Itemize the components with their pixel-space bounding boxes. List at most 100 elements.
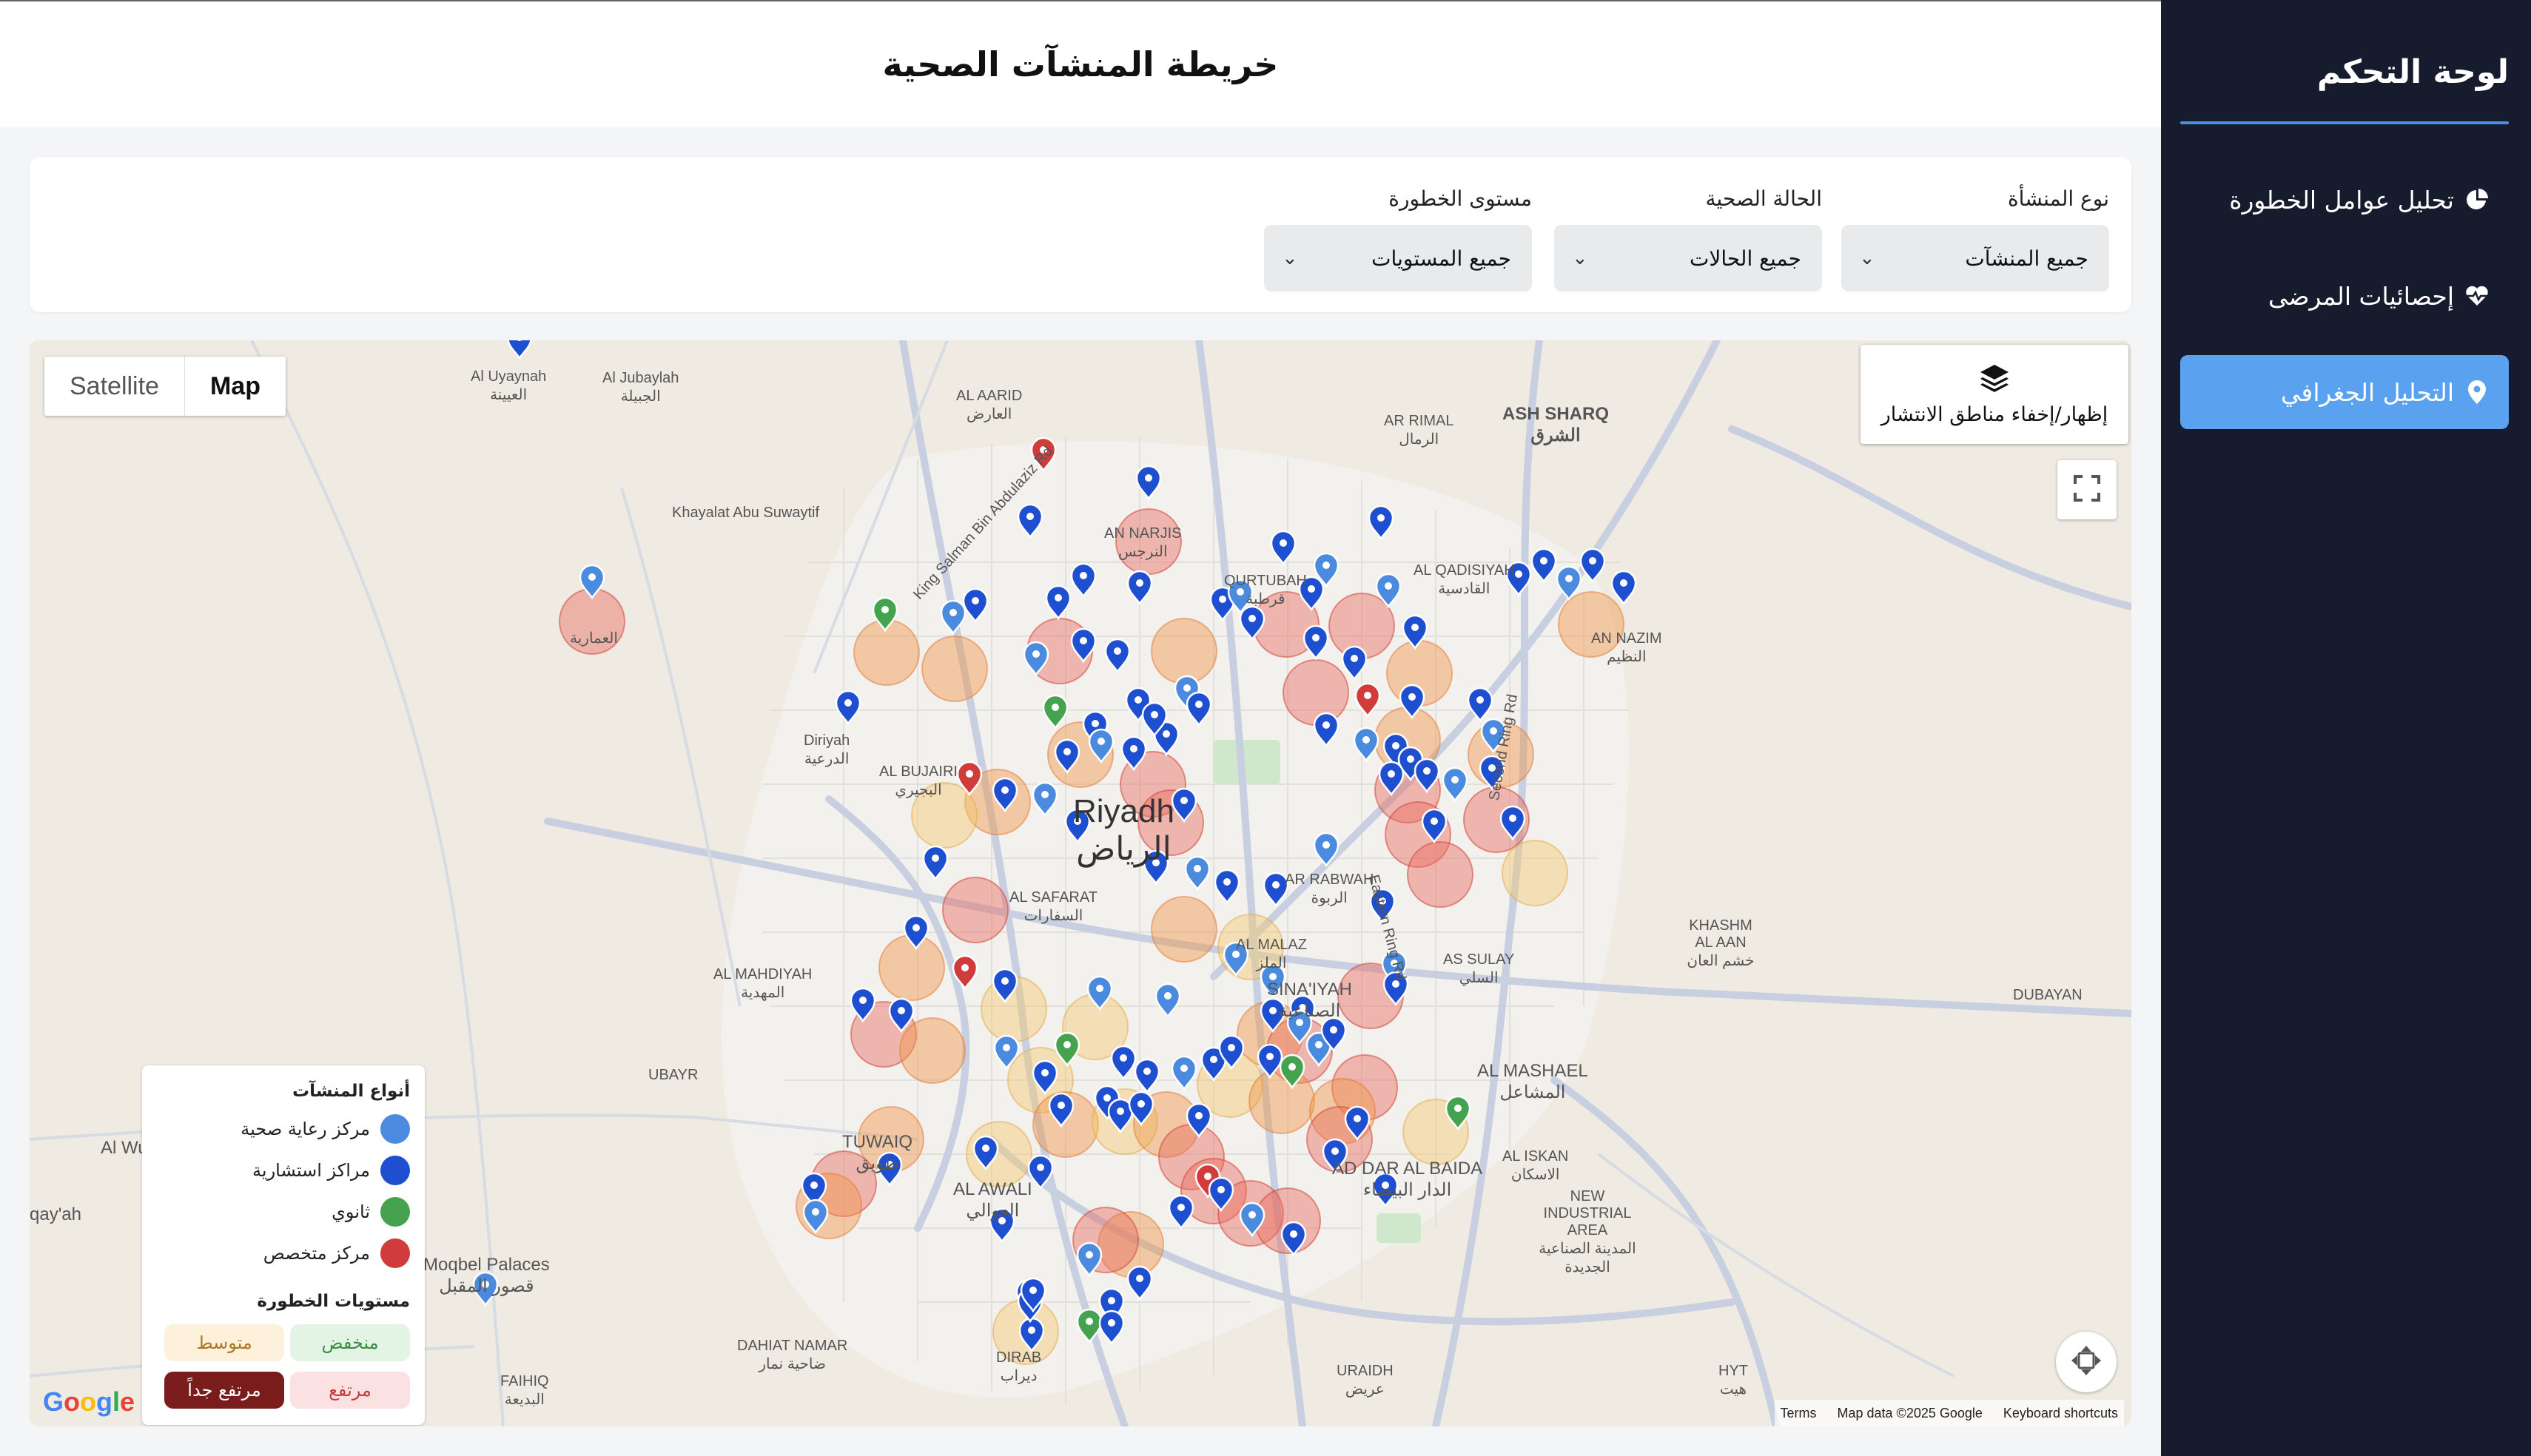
place-label-al-qadisiyah: AL QADISIYAH القادسية [1414,562,1515,597]
place-label-al-mashael: AL MASHAEL المشاعل [1477,1061,1588,1102]
sidebar-item-label: التحليل الجغرافي [2281,377,2454,407]
risk-level-label: مستوى الخطورة [1388,186,1532,211]
sidebar: لوحة التحكم تحليل عوامل الخطورة إحصائيات… [2161,0,2531,1456]
place-label-new-industrial: NEW INDUSTRIAL AREA المدينة الصناعية الجد… [1539,1188,1636,1275]
map-legend: أنواع المنشآت مركز رعاية صحية مراكز استش… [142,1065,425,1425]
heat-zone [878,934,945,1001]
place-label-uraidh: URAIDH عريض [1337,1363,1394,1398]
google-logo: Google [43,1386,135,1417]
legend-types-title: أنواع المنشآت [292,1082,410,1101]
sidebar-item-label: إحصائيات المرضى [2268,281,2454,311]
health-status-value: جميع الحالات [1690,246,1801,271]
chevron-down-icon: ⌄ [1859,247,1875,269]
place-label-al-aarid: AL AARID العارض [956,388,1023,422]
place-label-dirab: DIRAB ديراب [996,1349,1042,1384]
sidebar-item-label: تحليل عوامل الخطورة [2229,185,2454,215]
risk-badge-low: منخفض [290,1324,410,1361]
map-type-map-button[interactable]: Map [184,357,286,416]
heat-zone [1151,896,1217,963]
legend-type-row: مركز رعاية صحية [241,1113,410,1145]
place-label-an-narjis: AN NARJIS النرجس [1104,525,1182,560]
keyboard-shortcuts-link[interactable]: Keyboard shortcuts [2003,1406,2118,1421]
place-label-as-sulay: AS SULAY السلي [1443,951,1515,986]
risk-badge-medium: متوسط [164,1324,284,1361]
chevron-down-icon: ⌄ [1282,247,1298,269]
place-label-khashm-al-aan: KHASHM AL AAN خشم العان [1687,917,1755,969]
heat-zone [1502,840,1568,906]
map-type-control: Satellite Map [44,357,286,416]
filter-panel: نوع المنشأة ⌄ جميع المنشآت الحالة الصحية… [30,157,2131,312]
legend-type-row: مركز متخصص [263,1237,410,1270]
map-canvas[interactable]: Riyadh الرياض Diriyah الدرعية AL AARID العا… [30,340,2131,1426]
header: خريطة المنشآت الصحية [0,0,2161,127]
facility-type-select[interactable]: ⌄ جميع المنشآت [1841,225,2109,291]
map-marker-icon [2464,380,2490,405]
place-label-al-safarat: AL SAFARAT السفارات [1009,889,1098,924]
health-status-select[interactable]: ⌄ جميع الحالات [1554,225,1822,291]
place-label-ar-rimal: AR RIMAL الرمال [1384,413,1454,448]
legend-type-label: مركز متخصص [263,1243,370,1264]
place-label-dahiat-namar: DAHIAT NAMAR ضاحية نمار [737,1338,848,1372]
legend-dot [380,1156,410,1185]
place-label-al-bujairi: AL BUJAIRI البجيري [879,764,958,798]
place-label-riyadh: Riyadh الرياض [1073,793,1174,867]
place-label-faihiq: FAIHIQ البديعة [500,1373,549,1408]
place-label-qayah: qay'ah [30,1204,81,1224]
place-label-qurtubah: QURTUBAH قرطبة [1224,573,1307,607]
place-label-al-mahdiyah: AL MAHDIYAH المهدية [713,966,813,1001]
heat-zone [1407,841,1473,908]
fullscreen-icon [2074,475,2100,505]
place-label-ar-rabwah: AR RABWAH الربوة [1285,872,1374,906]
place-label-an-nazim: AN NAZIM النظيم [1591,630,1662,665]
legend-type-row: مراكز استشارية [252,1154,410,1187]
place-label-al-wu: Al Wu [101,1138,148,1158]
place-label-al-malaz: AL MALAZ الملز [1236,937,1307,971]
heat-zone [921,636,988,702]
move-arrows-icon [2070,1344,2103,1380]
heat-zone [942,877,1009,943]
risk-level-value: جميع المستويات [1371,246,1511,271]
place-label-dubayan: DUBAYAN [2013,987,2083,1003]
place-label-al-ammariyah: العمارية [570,630,618,647]
sidebar-item-risk-factors[interactable]: تحليل عوامل الخطورة [2180,163,2509,237]
heat-zone [899,1017,966,1084]
heat-zone [1151,618,1217,684]
pie-chart-icon [2464,187,2490,212]
place-label-al-jubaylah: Al Jubaylah الجبيلة [602,370,679,405]
place-label-hyt: HYT هيت [1718,1363,1748,1398]
map-data-text: Map data ©2025 Google [1837,1405,1983,1420]
legend-dot [380,1197,410,1227]
legend-type-label: ثانوي [332,1201,370,1222]
facility-type-value: جميع المنشآت [1965,246,2088,271]
heat-zone [1283,659,1349,726]
health-status-label: الحالة الصحية [1705,186,1823,211]
heatmap-toggle-label: إظهار/إخفاء مناطق الانتشار [1880,402,2108,426]
place-label-khayalat: Khayalat Abu Suwaytif [672,505,820,521]
sidebar-item-geo-analysis[interactable]: التحليل الجغرافي [2180,355,2509,429]
map-type-satellite-button[interactable]: Satellite [44,357,184,416]
place-label-sinaiyah: SINA'IYAH الصناعية [1267,980,1352,1021]
fullscreen-button[interactable] [2057,460,2117,519]
legend-type-label: مراكز استشارية [252,1160,370,1181]
place-label-ubayr: UBAYR [648,1067,699,1083]
place-label-moqbel: Moqbel Palaces قصور المقبل [423,1255,550,1296]
heart-pulse-icon [2464,283,2490,309]
risk-level-select[interactable]: ⌄ جميع المستويات [1264,225,1532,291]
heat-zone [1248,1068,1315,1134]
place-label-ash-sharq: ASH SHARQ الشرق [1502,404,1610,445]
camera-control-button[interactable] [2056,1332,2117,1392]
heatmap-toggle-button[interactable]: إظهار/إخفاء مناطق الانتشار [1861,345,2128,444]
place-label-diriyah: Diriyah الدرعية [804,732,850,767]
place-label-ad-dar-al-baida: AD DAR AL BAIDA الدار البيضاء [1332,1159,1483,1200]
place-label-al-uyaynah: Al Uyaynah العيينة [471,368,547,403]
legend-type-label: مركز رعاية صحية [241,1119,370,1139]
risk-badge-high: مرتفع [290,1372,410,1409]
terms-link[interactable]: Terms [1781,1406,1817,1421]
sidebar-title-underline [2180,121,2509,124]
facility-type-label: نوع المنشأة [2008,186,2109,211]
sidebar-item-patient-stats[interactable]: إحصائيات المرضى [2180,259,2509,333]
map-attribution: Terms Map data ©2025 Google Keyboard sho… [1774,1400,2124,1426]
legend-dot [380,1238,410,1268]
sidebar-title: لوحة التحكم [2316,53,2509,91]
legend-risk-title: مستويات الخطورة [257,1292,410,1311]
